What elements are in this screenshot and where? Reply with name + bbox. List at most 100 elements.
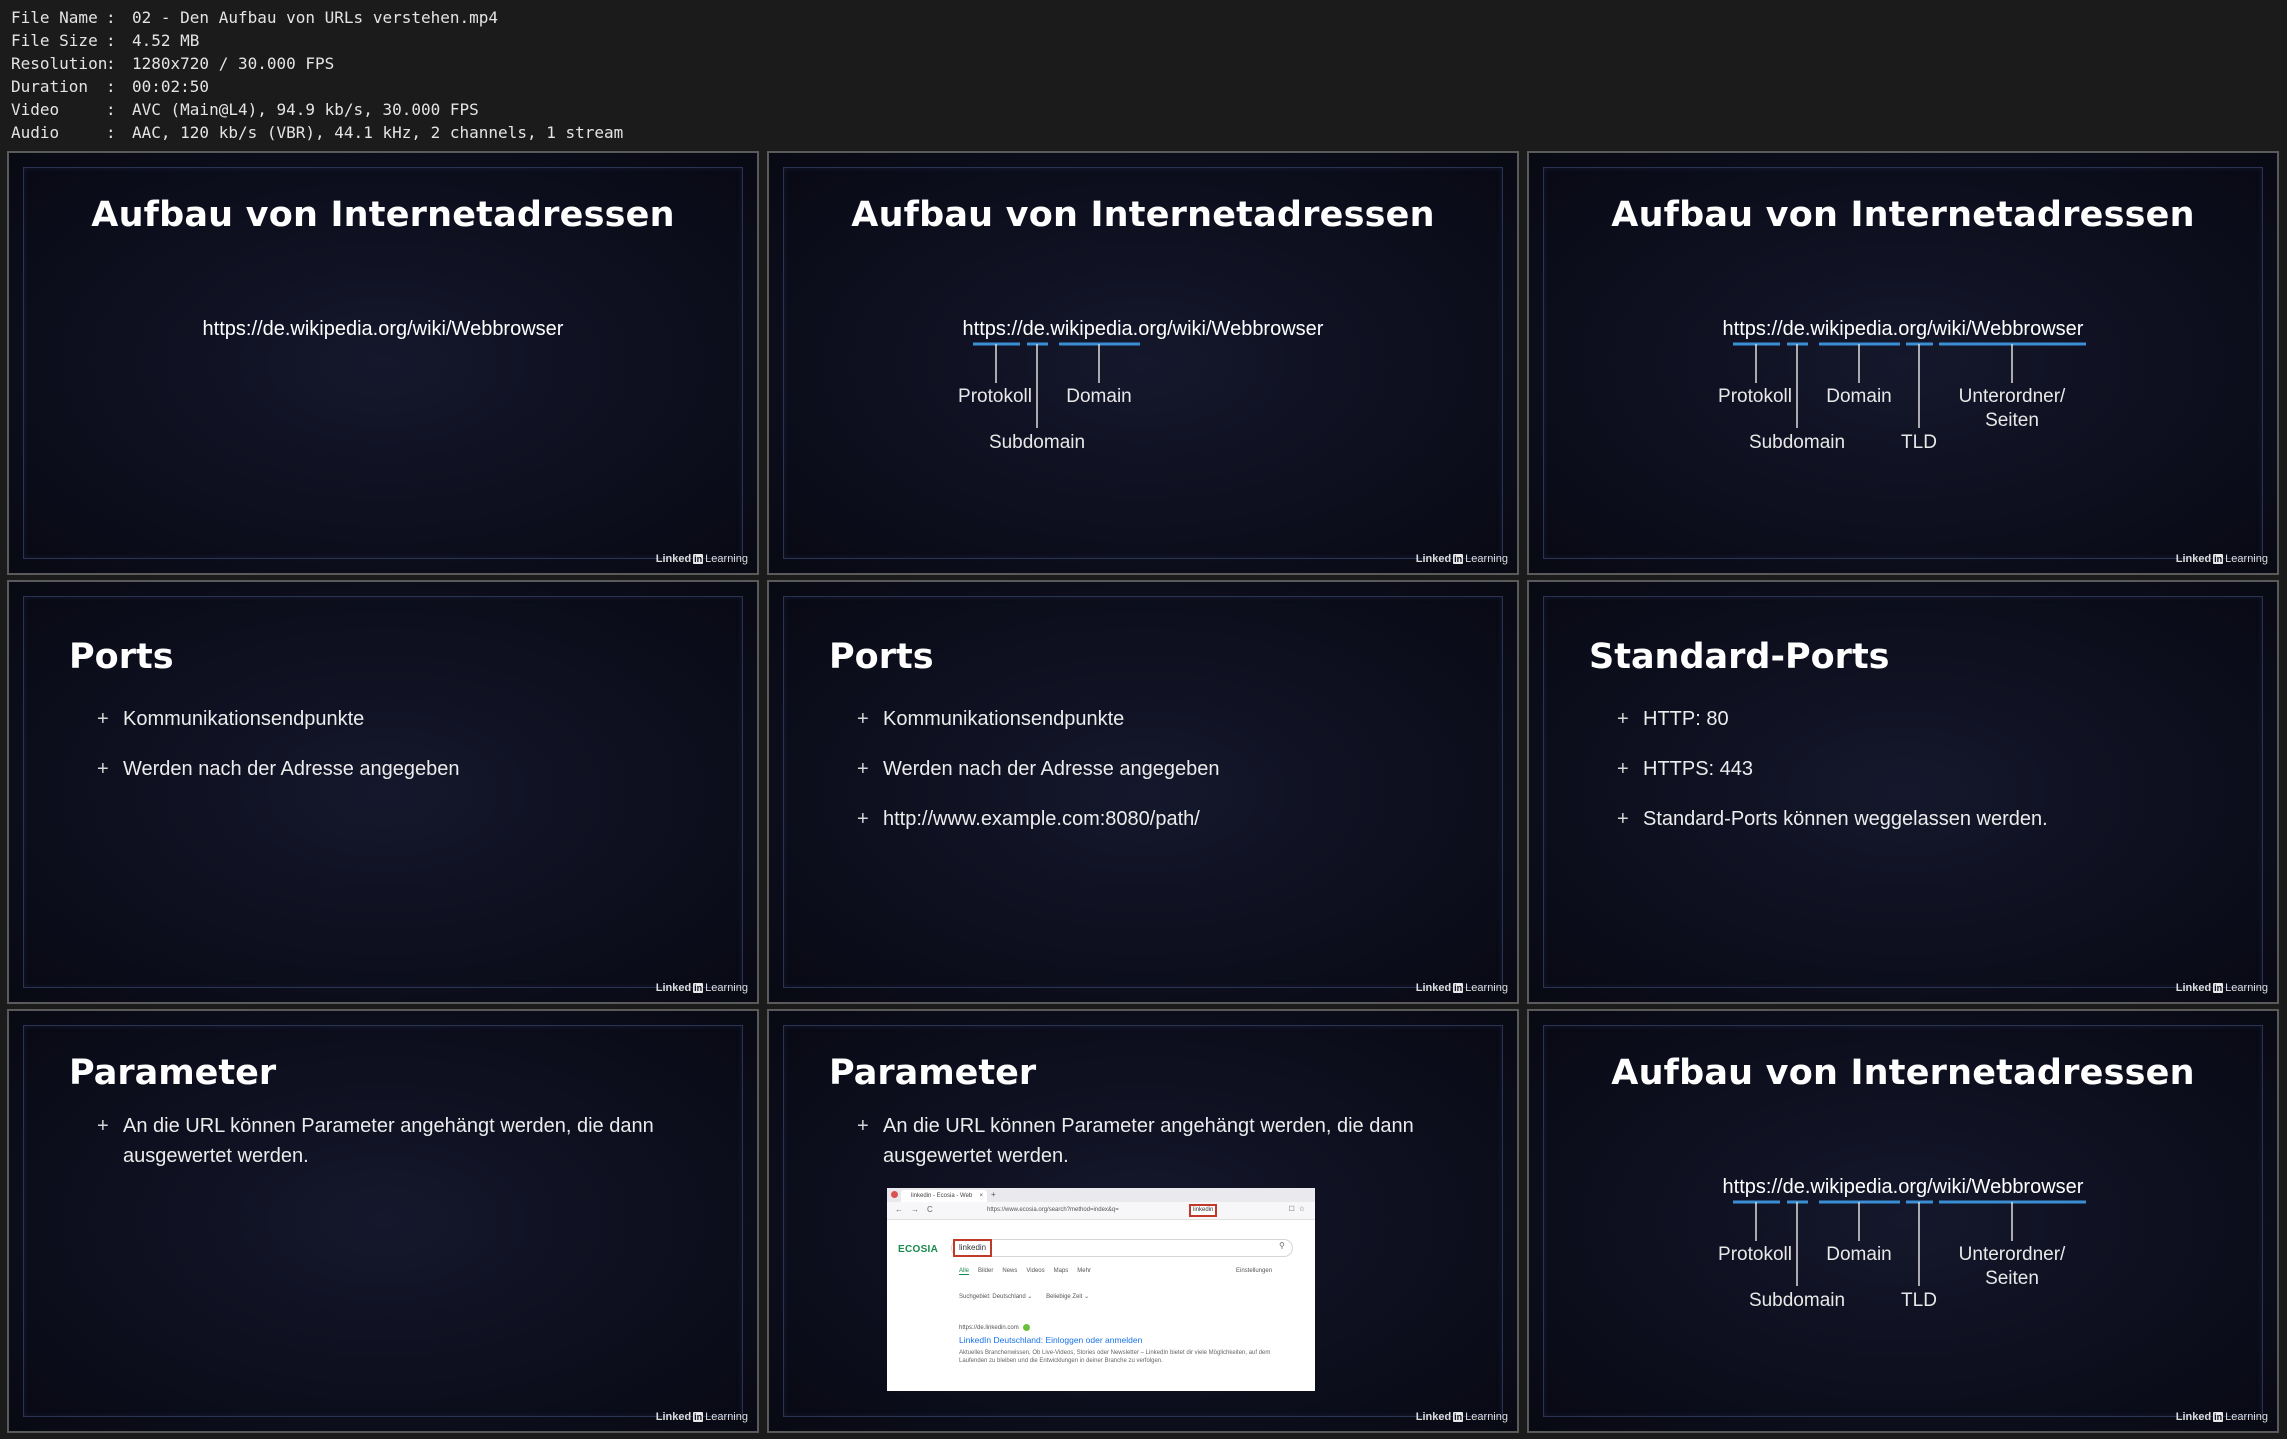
thumbnail-5[interactable]: Ports + Kommunikationsendpunkte + Werden n… bbox=[767, 580, 1519, 1004]
label-subdomain: Subdomain bbox=[988, 432, 1086, 453]
ecosia-logo: ECOSIA bbox=[898, 1244, 939, 1255]
bullet-item: + HTTP: 80 bbox=[1617, 704, 2223, 734]
result-title: LinkedIn Deutschland: Einloggen oder anm… bbox=[959, 1335, 1143, 1345]
browser-logo-icon bbox=[891, 1191, 898, 1198]
brand-part1: Linked bbox=[2175, 982, 2212, 994]
browser-tab-bar: linkedin - Ecosia - Web × + bbox=[887, 1188, 1315, 1202]
thumbnail-9[interactable]: Aufbau von Internetadressen https://de.w… bbox=[1527, 1009, 2279, 1433]
search-value-highlight: linkedin bbox=[953, 1239, 993, 1257]
slide-heading: Ports bbox=[829, 637, 934, 677]
brand-part2: Learning bbox=[1465, 1411, 1508, 1423]
meta-value: 1280x720 / 30.000 FPS bbox=[132, 54, 335, 73]
meta-key: Duration bbox=[11, 77, 89, 96]
brand-in-icon: in bbox=[693, 1412, 704, 1422]
bullet-item: + An die URL können Parameter angehängt w… bbox=[857, 1111, 1463, 1171]
meta-key: Resolution bbox=[11, 54, 108, 73]
result-description: Aktuelles Branchenwissen, Ob Live-Videos… bbox=[959, 1350, 1271, 1364]
meta-separator: : bbox=[106, 123, 116, 142]
label-domain: Domain bbox=[1066, 386, 1132, 407]
bullet-list: + An die URL können Parameter angehängt w… bbox=[857, 1111, 1463, 1191]
brand-part2: Learning bbox=[705, 1411, 748, 1423]
thumbnail-8[interactable]: Parameter + An die URL können Parameter a… bbox=[767, 1009, 1519, 1433]
meta-key: Audio bbox=[11, 123, 60, 142]
linkedin-learning-logo: Linked in Learning bbox=[656, 553, 748, 565]
thumbnail-1[interactable]: Aufbau von Internetadressen https://de.w… bbox=[7, 151, 759, 575]
thumbnail-7[interactable]: Parameter + An die URL können Parameter a… bbox=[7, 1009, 759, 1433]
thumbnail-6[interactable]: Standard-Ports + HTTP: 80 + HTTPS: 443 + St… bbox=[1527, 580, 2279, 1004]
browser-tab: linkedin - Ecosia - Web × bbox=[901, 1190, 987, 1202]
category-item: Videos bbox=[1026, 1268, 1045, 1274]
tab-title: linkedin - Ecosia - Web bbox=[911, 1193, 973, 1199]
meta-row: Duration:00:02:50 bbox=[11, 75, 623, 98]
meta-key: File Name bbox=[11, 8, 98, 27]
category-item: News bbox=[1002, 1268, 1018, 1274]
plus-icon: + bbox=[857, 808, 869, 830]
bullet-text: An die URL können Parameter angehängt we… bbox=[123, 1115, 654, 1167]
linkedin-learning-logo: Linked in Learning bbox=[2176, 553, 2268, 565]
brand-in-icon: in bbox=[1453, 1412, 1464, 1422]
plus-icon: + bbox=[1617, 708, 1629, 730]
brand-part2: Learning bbox=[705, 982, 748, 994]
thumbnail-2[interactable]: Aufbau von Internetadressen https://de.w… bbox=[767, 151, 1519, 575]
label-protokoll: Protokoll bbox=[958, 386, 1032, 407]
label-subdomain: Subdomain bbox=[1748, 432, 1846, 453]
category-item: Alle bbox=[959, 1268, 970, 1275]
brand-part2: Learning bbox=[2225, 553, 2268, 565]
search-icon: ⚲ bbox=[1279, 1241, 1285, 1250]
thumbnail-3[interactable]: Aufbau von Internetadressen https://de.w… bbox=[1527, 151, 2279, 575]
slide-heading: Parameter bbox=[829, 1053, 1037, 1093]
brand-in-icon: in bbox=[693, 983, 704, 993]
brand-part1: Linked bbox=[2175, 1411, 2212, 1423]
new-tab-icon: + bbox=[991, 1190, 996, 1199]
search-categories: Alle Bilder News Videos Maps Mehr bbox=[959, 1268, 1100, 1275]
label-domain: Domain bbox=[1826, 1244, 1892, 1265]
search-filters: Suchgebiet: Deutschland ⌄ Beliebige Zeit… bbox=[959, 1293, 1101, 1300]
plus-icon: + bbox=[857, 1115, 869, 1137]
bullet-item: + Werden nach der Adresse angegeben bbox=[857, 754, 1463, 784]
browser-nav-bar: ← → C https://www.ecosia.org/search?meth… bbox=[887, 1202, 1315, 1220]
slide-url: https://de.wikipedia.org/wiki/Webbrowser bbox=[202, 318, 564, 340]
label-seiten: Seiten bbox=[1985, 410, 2039, 431]
bullet-item: + Kommunikationsendpunkte bbox=[97, 704, 703, 734]
bullet-text: Kommunikationsendpunkte bbox=[123, 708, 365, 730]
url-diagram bbox=[1733, 342, 2086, 428]
meta-row: Resolution:1280x720 / 30.000 FPS bbox=[11, 52, 623, 75]
meta-value: 00:02:50 bbox=[132, 77, 210, 96]
brand-part1: Linked bbox=[655, 553, 692, 565]
brand-part1: Linked bbox=[655, 982, 692, 994]
result-url-text: https://de.linkedin.com bbox=[959, 1325, 1019, 1332]
linkedin-learning-logo: Linked in Learning bbox=[2176, 982, 2268, 994]
meta-value: 4.52 MB bbox=[132, 31, 200, 50]
slide-heading: Standard-Ports bbox=[1589, 637, 1890, 677]
bullet-text: http://www.example.com:8080/path/ bbox=[883, 808, 1200, 830]
meta-value: AAC, 120 kb/s (VBR), 44.1 kHz, 2 channel… bbox=[132, 123, 624, 142]
address-query-highlight: linkedin bbox=[1189, 1204, 1218, 1217]
thumbnail-4[interactable]: Ports + Kommunikationsendpunkte + Werden n… bbox=[7, 580, 759, 1004]
meta-value: 02 - Den Aufbau von URLs verstehen.mp4 bbox=[132, 8, 499, 27]
label-tld: TLD bbox=[1901, 1290, 1937, 1311]
label-subdomain: Subdomain bbox=[1748, 1290, 1846, 1311]
meta-separator: : bbox=[106, 54, 116, 73]
label-protokoll: Protokoll bbox=[1718, 386, 1792, 407]
label-domain: Domain bbox=[1826, 386, 1892, 407]
settings-link: Einstellungen bbox=[1236, 1268, 1273, 1274]
bullet-text: Werden nach der Adresse angegeben bbox=[883, 758, 1220, 780]
brand-in-icon: in bbox=[1453, 983, 1464, 993]
bullet-item: + Kommunikationsendpunkte bbox=[857, 704, 1463, 734]
label-tld: TLD bbox=[1901, 432, 1937, 453]
verified-icon bbox=[1022, 1324, 1030, 1331]
meta-key: Video bbox=[11, 100, 60, 119]
meta-separator: : bbox=[106, 31, 116, 50]
meta-row: Video: AVC (Main@L4), 94.9 kb/s, 30.000 F… bbox=[11, 98, 623, 121]
back-icon: ← bbox=[895, 1205, 903, 1214]
linkedin-learning-logo: Linked in Learning bbox=[1416, 1411, 1508, 1423]
bullet-text: Kommunikationsendpunkte bbox=[883, 708, 1125, 730]
meta-value: AVC (Main@L4), 94.9 kb/s, 30.000 FPS bbox=[132, 100, 479, 119]
slide-title: Aufbau von Internetadressen bbox=[91, 195, 675, 235]
bullet-item: + Werden nach der Adresse angegeben bbox=[97, 754, 703, 784]
bullet-text: HTTPS: 443 bbox=[1643, 758, 1754, 780]
meta-row: File Name:02 - Den Aufbau von URLs verst… bbox=[11, 6, 623, 29]
slide-heading: Parameter bbox=[69, 1053, 277, 1093]
label-unterordner: Unterordner/ bbox=[1958, 1244, 2066, 1265]
brand-in-icon: in bbox=[1453, 554, 1464, 564]
